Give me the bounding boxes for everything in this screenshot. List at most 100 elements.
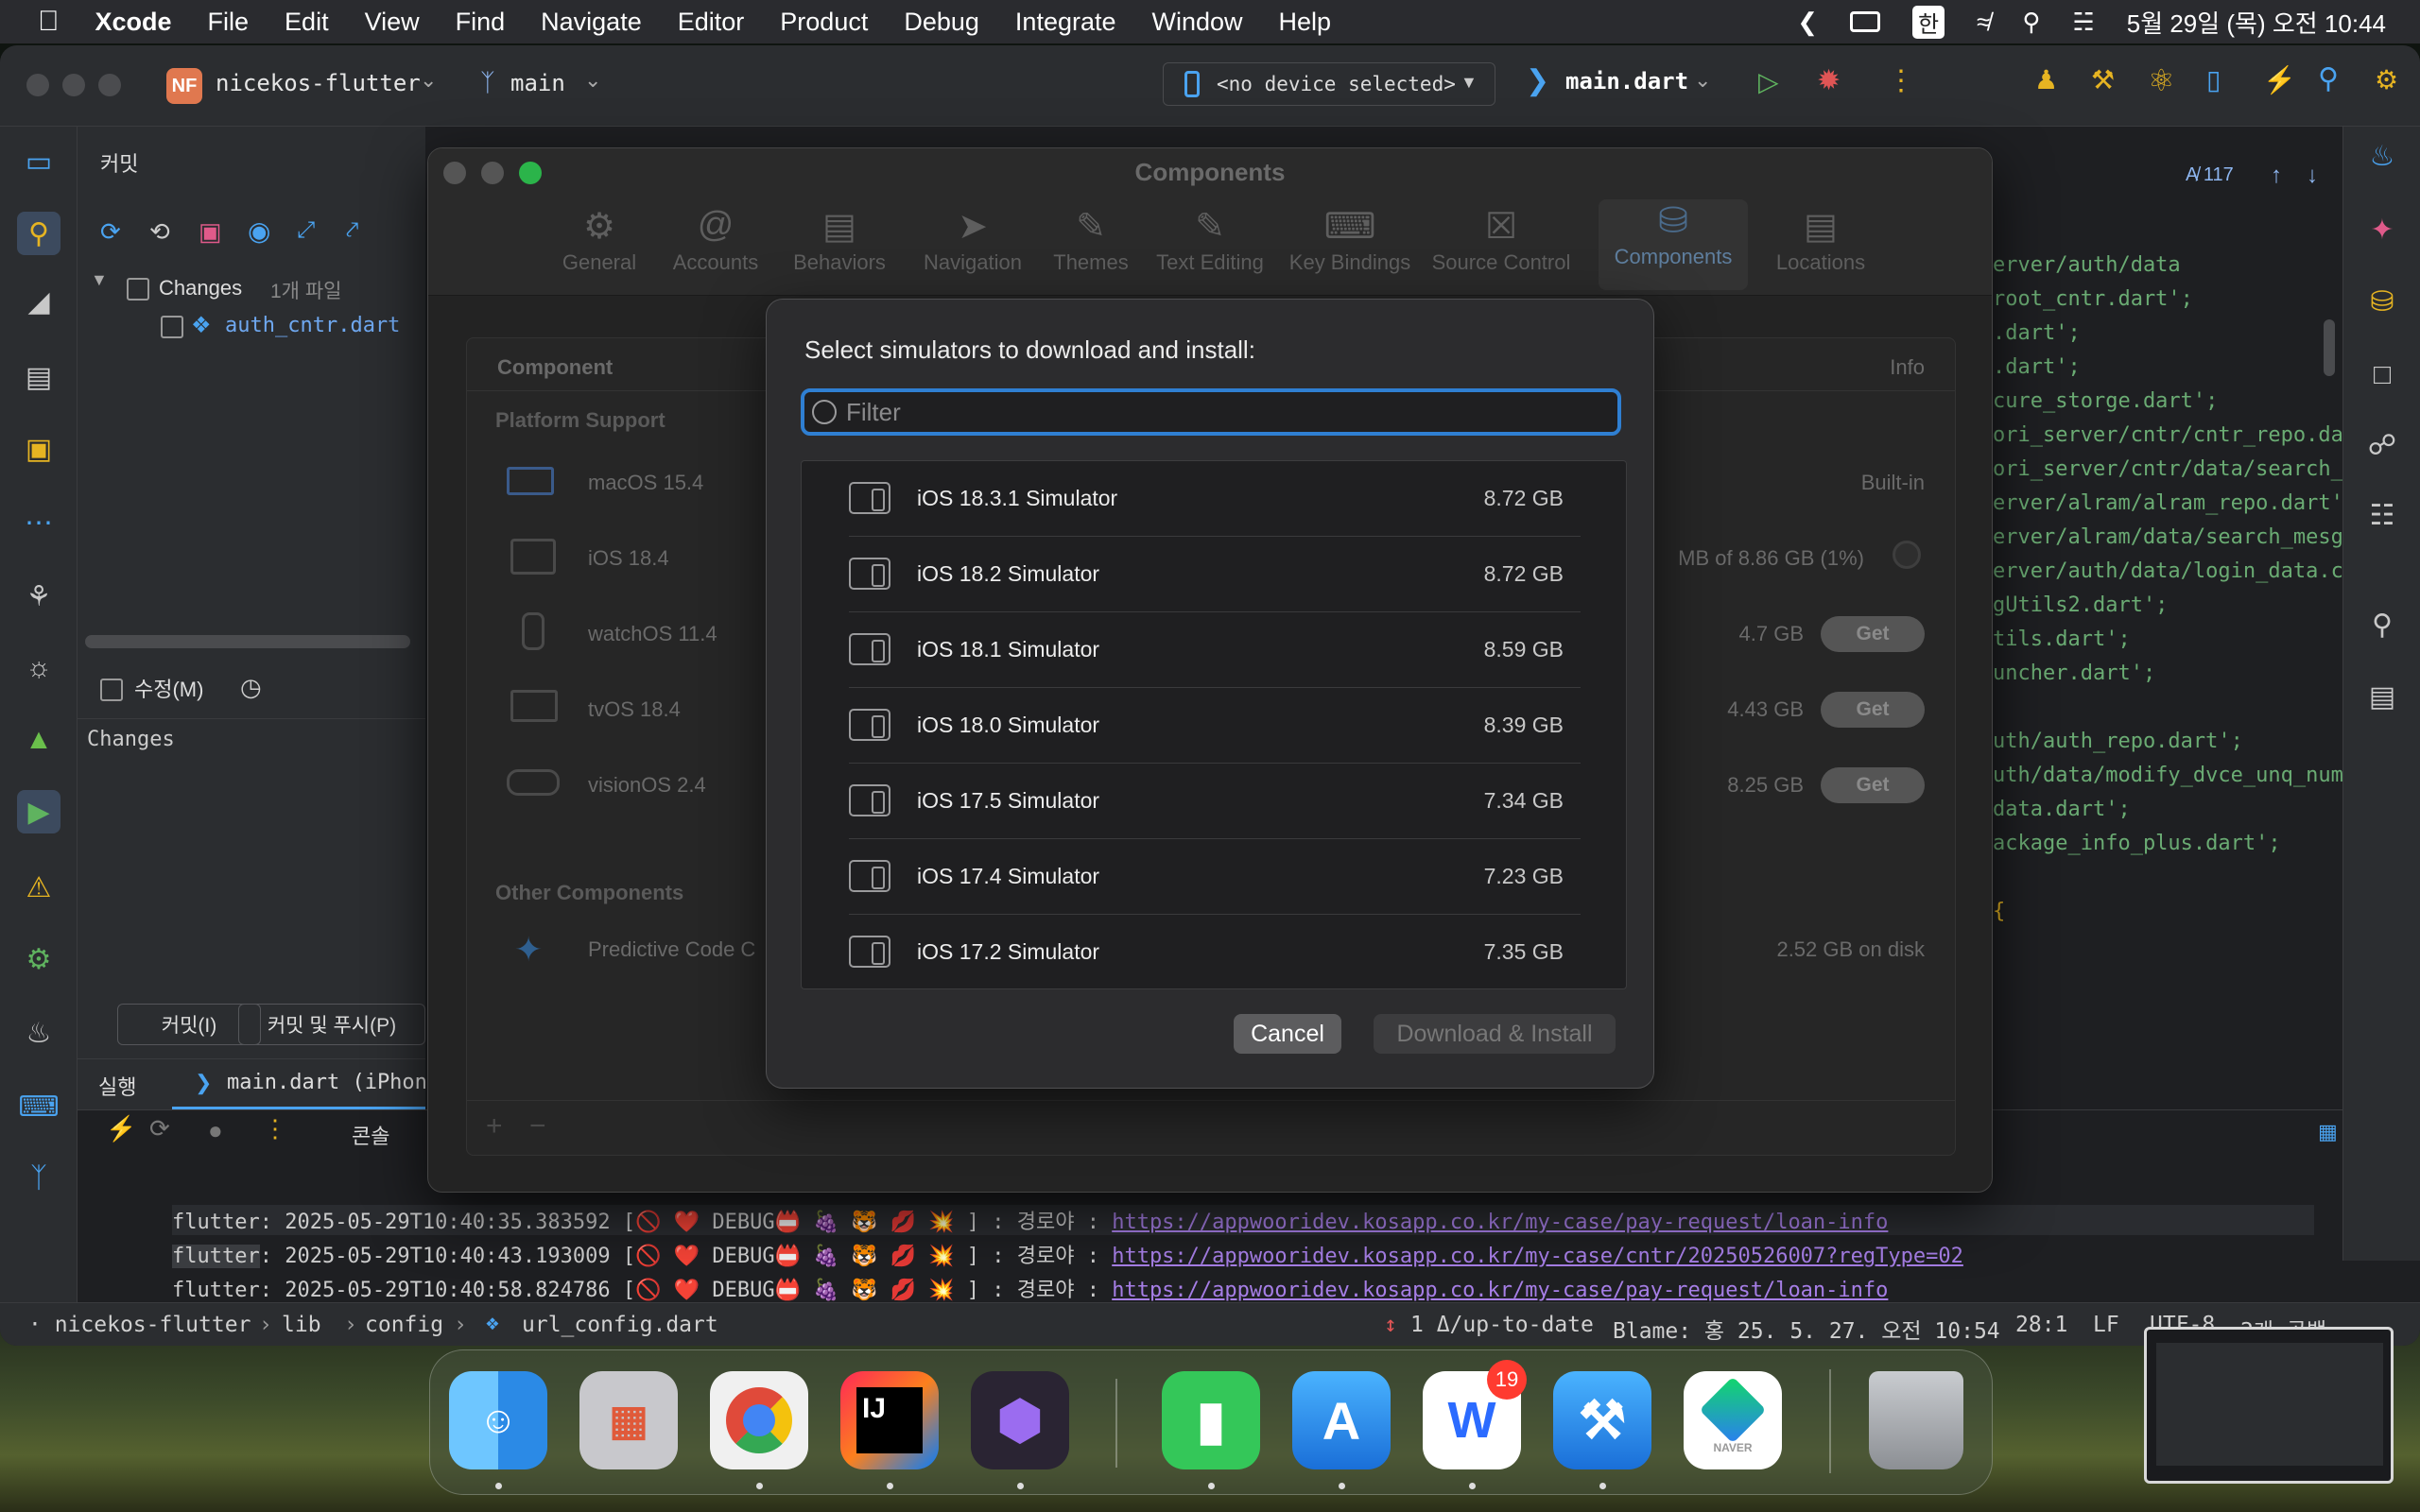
chevron-down-icon[interactable]: ⌄: [584, 68, 601, 93]
wifi-icon[interactable]: ≉: [1977, 8, 1990, 37]
console-tab[interactable]: 콘솔: [352, 1120, 389, 1150]
search-icon[interactable]: ⚲: [2022, 8, 2040, 37]
tab-accounts[interactable]: @ Accounts: [659, 205, 772, 275]
collapse-icon[interactable]: ⤤: [346, 217, 359, 244]
run-tab[interactable]: 실행: [98, 1071, 136, 1101]
chevron-left-icon[interactable]: ❮: [1797, 8, 1818, 37]
commit-push-button[interactable]: 커밋 및 푸시(P): [238, 1004, 425, 1045]
history-icon[interactable]: ◷: [240, 673, 262, 702]
project-icon[interactable]: ▭: [17, 140, 60, 183]
cancel-button[interactable]: Cancel: [1234, 1014, 1341, 1054]
menu-edit[interactable]: Edit: [285, 8, 329, 37]
launchpad-app-icon[interactable]: ▦: [579, 1371, 678, 1469]
vcs-status[interactable]: 1 Δ/up-to-date: [1410, 1313, 1594, 1337]
chrome-app-icon[interactable]: [710, 1371, 808, 1469]
blame-info[interactable]: Blame: 홍 25. 5. 27. 오전 10:54: [1613, 1313, 2000, 1345]
simulator-row[interactable]: iOS 17.5 Simulator 7.34 GB: [849, 764, 1581, 839]
layout-icon[interactable]: ▤: [2360, 675, 2404, 718]
log-link[interactable]: https://appwooridev.kosapp.co.kr/my-case…: [1112, 1279, 1888, 1302]
log-link[interactable]: https://appwooridev.kosapp.co.kr/my-case…: [1112, 1245, 1963, 1268]
more-tools-icon[interactable]: ⋯: [17, 501, 60, 544]
bookmarks-icon[interactable]: ▣: [17, 427, 60, 471]
arrow-down-icon[interactable]: ↓: [2307, 163, 2318, 189]
chevron-down-icon[interactable]: ▼: [91, 270, 108, 290]
run-config-selector[interactable]: main.dart: [1565, 68, 1688, 94]
ai-assistant-icon[interactable]: ✦: [2360, 208, 2404, 251]
naver-app-icon[interactable]: NAVER: [1684, 1371, 1782, 1469]
get-button[interactable]: Get: [1821, 767, 1925, 803]
amend-checkbox[interactable]: [100, 679, 123, 701]
filter-input[interactable]: [846, 396, 1602, 428]
tab-themes[interactable]: ✎ Themes: [1039, 205, 1143, 275]
device-manager-icon[interactable]: ▯: [2206, 64, 2221, 95]
more-options-icon[interactable]: ⋮: [263, 1114, 287, 1143]
add-button[interactable]: +: [486, 1110, 503, 1143]
finder-app-icon[interactable]: ☺: [449, 1371, 547, 1469]
eye-icon[interactable]: ◉: [248, 215, 270, 247]
tab-components[interactable]: ⛁ Components: [1599, 199, 1748, 290]
arrow-up-icon[interactable]: ↑: [2271, 163, 2282, 189]
component-column-header[interactable]: Component: [497, 355, 613, 380]
log-link[interactable]: https://appwooridev.kosapp.co.kr/my-case…: [1112, 1211, 1888, 1234]
simulator-row[interactable]: iOS 17.2 Simulator 7.35 GB: [849, 915, 1581, 988]
menu-editor[interactable]: Editor: [678, 8, 745, 37]
device-file-icon[interactable]: □: [2360, 353, 2404, 397]
minimize-window-button[interactable]: [62, 74, 85, 96]
rerun-icon[interactable]: ⟳: [149, 1114, 170, 1143]
chevron-down-icon[interactable]: ⌄: [1694, 68, 1711, 93]
run-config-tab[interactable]: main.dart (iPhon: [227, 1071, 427, 1094]
file-checkbox[interactable]: [161, 316, 183, 338]
numbers-app-icon[interactable]: ▮: [1162, 1371, 1260, 1469]
breadcrumb-item[interactable]: config: [365, 1313, 443, 1337]
simulator-row[interactable]: iOS 18.0 Simulator 8.39 GB: [849, 688, 1581, 764]
get-button[interactable]: Get: [1821, 692, 1925, 728]
collaborate-icon[interactable]: ♟: [2034, 64, 2058, 95]
menu-file[interactable]: File: [208, 8, 250, 37]
control-center-icon[interactable]: ☵: [2072, 8, 2094, 37]
more-options-icon[interactable]: ⋮: [1887, 64, 1915, 97]
menu-find[interactable]: Find: [456, 8, 506, 37]
chevron-down-icon[interactable]: ⌄: [420, 68, 437, 93]
menu-help[interactable]: Help: [1279, 8, 1332, 37]
link-icon[interactable]: ☍: [2360, 423, 2404, 467]
breadcrumb-item[interactable]: lib: [282, 1313, 321, 1337]
inspector-icon[interactable]: ☷: [2360, 493, 2404, 537]
shelve-icon[interactable]: ▣: [199, 217, 222, 247]
warnings-indicator[interactable]: A̸ 117: [2186, 164, 2234, 186]
menu-navigate[interactable]: Navigate: [541, 8, 642, 37]
screenshot-thumbnail[interactable]: [2144, 1327, 2394, 1484]
line-separator[interactable]: LF: [2093, 1313, 2119, 1337]
zoom-window-button[interactable]: [98, 74, 121, 96]
database-icon[interactable]: ⛁: [2360, 280, 2404, 323]
filter-field[interactable]: [801, 388, 1621, 436]
trash-icon[interactable]: [1869, 1371, 1963, 1469]
obsidian-app-icon[interactable]: ⬢: [971, 1371, 1069, 1469]
debug-icon[interactable]: ✹: [1817, 64, 1841, 97]
tab-locations[interactable]: ▤ Locations: [1759, 205, 1882, 275]
menu-clock[interactable]: 5월 29일 (목) 오전 10:44: [2127, 5, 2386, 40]
breadcrumb-project[interactable]: · nicekos-flutter: [28, 1313, 251, 1337]
tab-key-bindings[interactable]: ⌨ Key Bindings: [1279, 205, 1421, 275]
layout-icon[interactable]: ▦: [2318, 1120, 2338, 1144]
changed-file[interactable]: auth_cntr.dart: [225, 314, 400, 337]
branch-selector[interactable]: main: [510, 70, 565, 96]
tab-behaviors[interactable]: ▤ Behaviors: [778, 205, 901, 275]
cursor-position[interactable]: 28:1: [2015, 1313, 2067, 1337]
device-selector[interactable]: <no device selected> ▼: [1163, 62, 1495, 106]
expand-icon[interactable]: ⤢: [297, 217, 315, 244]
simulator-row[interactable]: iOS 18.3.1 Simulator 8.72 GB: [849, 461, 1581, 537]
problems-icon[interactable]: ⚠: [17, 866, 60, 909]
project-selector[interactable]: nicekos-flutter: [216, 70, 421, 96]
close-window-button[interactable]: [26, 74, 49, 96]
cat-icon[interactable]: ☼: [17, 646, 60, 690]
lightning-icon[interactable]: ⚡: [106, 1114, 136, 1143]
search-icon[interactable]: ⚲: [2318, 62, 2339, 95]
database-icon[interactable]: ▤: [17, 355, 60, 399]
tab-general[interactable]: ⚙ General: [547, 205, 651, 275]
refresh-icon[interactable]: ⟳: [100, 217, 121, 247]
changes-checkbox[interactable]: [127, 278, 149, 301]
git-icon[interactable]: ᛉ: [17, 1157, 60, 1200]
editor-scrollbar[interactable]: [2324, 319, 2335, 376]
structure-icon[interactable]: ◢: [17, 280, 60, 323]
simulator-row[interactable]: iOS 17.4 Simulator 7.23 GB: [849, 839, 1581, 915]
